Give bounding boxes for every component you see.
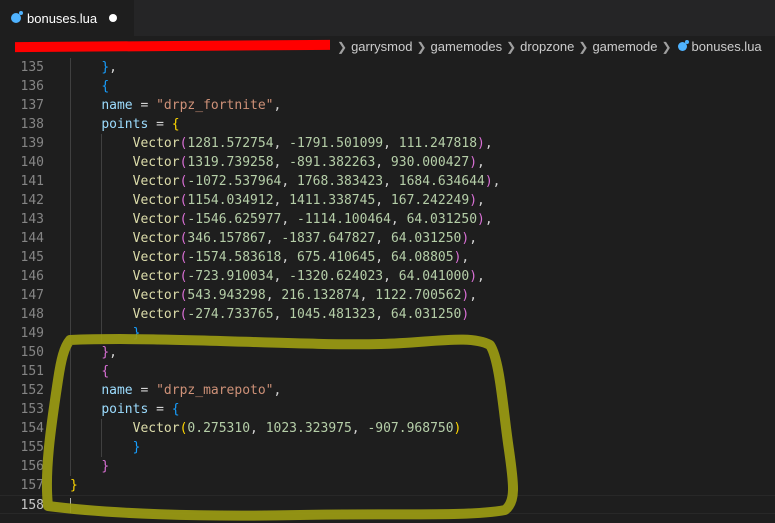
code-text: Vector(-723.910034, -1320.624023, 64.041… [132,269,485,284]
line-number: 140 [20,155,44,170]
code-line[interactable]: 152 name = "drpz_marepoto", [0,381,775,400]
line-number: 148 [20,307,44,322]
tab-bonuses-lua[interactable]: bonuses.lua [0,0,134,36]
code-text: }, [101,60,117,75]
code-text: } [70,478,78,493]
code-text: Vector(1154.034912, 1411.338745, 167.242… [132,193,485,208]
code-text: { [101,79,110,94]
code-line[interactable]: 145 Vector(-1574.583618, 675.410645, 64.… [0,248,775,267]
line-number: 136 [20,79,44,94]
chevron-right-icon: ❯ [506,39,517,54]
line-number: 156 [20,459,44,474]
line-number: 157 [20,478,44,493]
code-line[interactable]: 136 { [0,77,775,96]
chevron-right-icon: ❯ [578,39,589,54]
code-line[interactable]: 149 } [0,324,775,343]
code-text: Vector(-1546.625977, -1114.100464, 64.03… [132,212,493,227]
line-number: 151 [20,364,44,379]
code-text: points = { [101,402,180,417]
code-text: { [101,364,110,379]
line-number: 150 [20,345,44,360]
code-line[interactable]: 151 { [0,362,775,381]
code-line[interactable]: 153 points = { [0,400,775,419]
code-text: Vector(543.943298, 216.132874, 1122.7005… [132,288,478,303]
chevron-right-icon: ❯ [337,39,348,54]
line-number: 138 [20,117,44,132]
breadcrumb: ❯ garrysmod ❯ gamemodes ❯ dropzone ❯ gam… [0,36,775,58]
breadcrumb-item-dropzone[interactable]: dropzone [520,39,574,54]
line-number: 155 [20,440,44,455]
lua-file-icon [11,11,23,23]
chevron-right-icon: ❯ [661,39,672,54]
line-number: 137 [20,98,44,113]
code-text: Vector(1281.572754, -1791.501099, 111.24… [132,136,493,151]
code-line[interactable]: 143 Vector(-1546.625977, -1114.100464, 6… [0,210,775,229]
line-number: 135 [20,60,44,75]
line-number: 143 [20,212,44,227]
code-line[interactable]: 158 [0,495,775,514]
line-number: 139 [20,136,44,151]
breadcrumb-item-gamemode[interactable]: gamemode [592,39,657,54]
line-number: 142 [20,193,44,208]
tab-title: bonuses.lua [27,10,98,26]
breadcrumb-item-gamemodes[interactable]: gamemodes [431,39,503,54]
line-number: 146 [20,269,44,284]
code-line[interactable]: 150 }, [0,343,775,362]
redaction-mark [15,39,330,53]
code-editor[interactable]: 135 }, 136 {137 name = "drpz_fortnite", 13… [0,58,775,523]
code-line[interactable]: 138 points = { [0,115,775,134]
code-text: points = { [101,117,180,132]
line-number: 145 [20,250,44,265]
code-text: Vector(-1574.583618, 675.410645, 64.0880… [132,250,470,265]
lua-file-icon [677,40,689,51]
code-line[interactable]: 139 Vector(1281.572754, -1791.501099, 11… [0,134,775,153]
code-text: } [132,326,141,341]
code-text: Vector(-1072.537964, 1768.383423, 1684.6… [132,174,501,189]
breadcrumb-item-file[interactable]: bonuses.lua [692,39,762,54]
code-line[interactable]: 147 Vector(543.943298, 216.132874, 1122.… [0,286,775,305]
code-text: Vector(1319.739258, -891.382263, 930.000… [132,155,485,170]
code-text: Vector(0.275310, 1023.323975, -907.96875… [132,421,462,436]
code-line[interactable]: 137 name = "drpz_fortnite", [0,96,775,115]
unsaved-dot-icon[interactable] [109,14,118,22]
tab-bar: bonuses.lua [0,0,775,36]
line-number: 141 [20,174,44,189]
line-number: 144 [20,231,44,246]
code-line[interactable]: 154 Vector(0.275310, 1023.323975, -907.9… [0,419,775,438]
code-line[interactable]: 148 Vector(-274.733765, 1045.481323, 64.… [0,305,775,324]
code-line[interactable]: 135 }, [0,58,775,77]
code-text: name = "drpz_marepoto", [101,383,282,398]
code-text: }, [101,345,117,360]
line-number: 158 [20,498,44,513]
code-line[interactable]: 146 Vector(-723.910034, -1320.624023, 64… [0,267,775,286]
code-text: } [101,459,110,474]
code-line[interactable]: 141 Vector(-1072.537964, 1768.383423, 16… [0,172,775,191]
text-cursor [70,498,71,513]
line-number: 153 [20,402,44,417]
chevron-right-icon: ❯ [416,39,427,54]
code-text: Vector(-274.733765, 1045.481323, 64.0312… [132,307,470,322]
code-line[interactable]: 157} [0,476,775,495]
line-number: 154 [20,421,44,436]
line-number: 152 [20,383,44,398]
line-number: 149 [20,326,44,341]
line-number: 147 [20,288,44,303]
code-text: Vector(346.157867, -1837.647827, 64.0312… [132,231,478,246]
breadcrumb-item-garrysmod[interactable]: garrysmod [351,39,412,54]
code-text: name = "drpz_fortnite", [101,98,282,113]
code-line[interactable]: 142 Vector(1154.034912, 1411.338745, 167… [0,191,775,210]
code-line[interactable]: 140 Vector(1319.739258, -891.382263, 930… [0,153,775,172]
code-text: } [132,440,141,455]
code-line[interactable]: 144 Vector(346.157867, -1837.647827, 64.… [0,229,775,248]
code-line[interactable]: 156 } [0,457,775,476]
code-line[interactable]: 155 } [0,438,775,457]
